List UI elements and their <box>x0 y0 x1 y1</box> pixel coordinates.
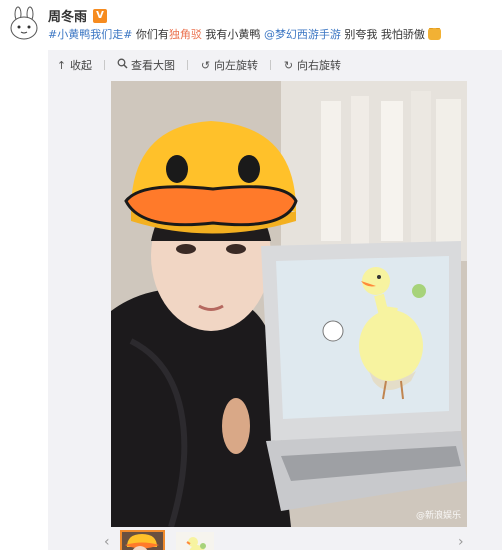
post-text-part3: 别夸我 我怕骄傲 <box>340 28 425 41</box>
rotate-right-label: 向右旋转 <box>297 59 341 72</box>
avatar[interactable] <box>6 6 42 42</box>
magnifier-icon <box>117 58 128 72</box>
topic-link[interactable]: #小黄鸭我们走# <box>48 28 132 41</box>
collapse-button[interactable]: ↑ 收起 <box>56 57 92 73</box>
rotate-right-button[interactable]: ↻ 向右旋转 <box>283 57 341 73</box>
post-text-part2: 我有小黄鸭 <box>201 28 264 41</box>
thumbnail-strip: ‹ › <box>48 528 502 550</box>
chevron-right-icon[interactable]: › <box>458 534 464 550</box>
thumbnail-1-selected[interactable] <box>120 530 165 550</box>
chevron-left-icon[interactable]: ‹ <box>104 534 110 550</box>
post-text-part1: 你们有 <box>132 28 169 41</box>
author-name[interactable]: 周冬雨 V <box>48 6 108 25</box>
toolbar-divider <box>187 60 188 70</box>
toolbar-divider <box>104 60 105 70</box>
view-large-label: 查看大图 <box>131 59 175 72</box>
rotate-left-label: 向左旋转 <box>214 59 258 72</box>
post-text: #小黄鸭我们走# 你们有独角驳 我有小黄鸭 @梦幻西游手游 别夸我 我怕骄傲 <box>48 28 498 42</box>
mention-link[interactable]: @梦幻西游手游 <box>264 28 341 41</box>
rotate-left-button[interactable]: ↺ 向左旋转 <box>200 57 258 73</box>
collapse-label: 收起 <box>70 59 92 72</box>
media-card: ↑ 收起 查看大图 ↺ 向左旋转 ↻ 向右旋转 @新浪娱乐 ‹ › <box>48 50 502 550</box>
media-toolbar: ↑ 收起 查看大图 ↺ 向左旋转 ↻ 向右旋转 <box>48 50 502 80</box>
thumbnail-2[interactable] <box>176 532 214 550</box>
proud-emoji-icon <box>428 28 442 40</box>
collapse-up-arrow-icon: ↑ <box>56 58 67 72</box>
rotate-right-icon: ↻ <box>283 58 294 72</box>
verified-v-icon: V <box>93 8 108 23</box>
toolbar-divider <box>270 60 271 70</box>
photo-watermark: @新浪娱乐 <box>415 511 461 521</box>
highlight-link[interactable]: 独角驳 <box>169 28 202 41</box>
author-name-text[interactable]: 周冬雨 <box>48 6 87 25</box>
rotate-left-icon: ↺ <box>200 58 211 72</box>
main-photo[interactable]: @新浪娱乐 <box>111 81 467 527</box>
view-large-button[interactable]: 查看大图 <box>117 57 175 73</box>
